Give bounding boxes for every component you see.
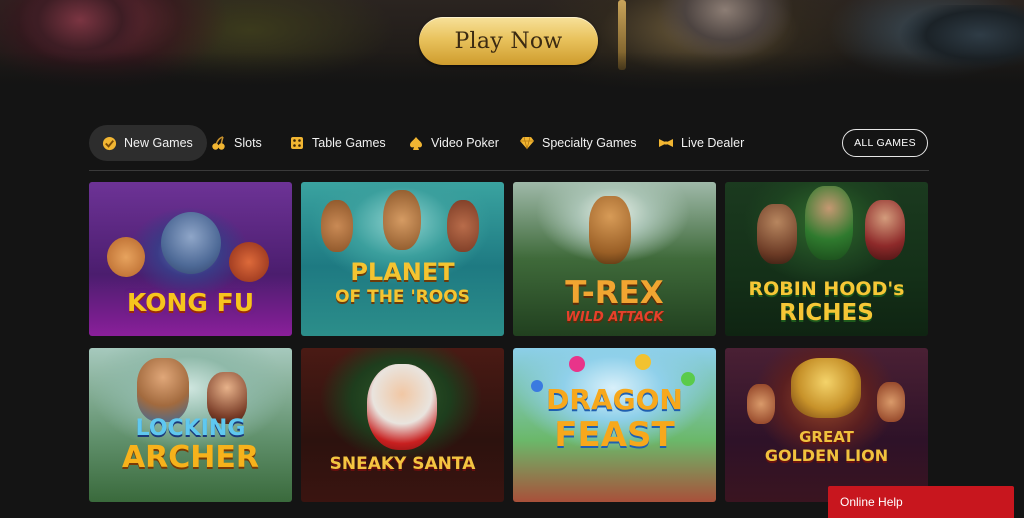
dice-icon — [289, 135, 305, 151]
bowtie-icon — [658, 135, 674, 151]
game-art-balloon — [569, 356, 585, 372]
game-title-line1: T-REX — [565, 275, 664, 311]
nav-divider — [89, 170, 929, 171]
tab-new-games[interactable]: New Games — [89, 125, 207, 161]
game-art-golden-lion — [791, 358, 861, 418]
game-art-gorilla — [161, 212, 221, 274]
game-art-man — [757, 204, 797, 264]
tab-table-games[interactable]: Table Games — [289, 125, 386, 161]
game-title: DRAGON FEAST — [513, 383, 716, 455]
game-title: PLANET OF THE 'ROOS — [301, 260, 504, 306]
game-art-woman — [865, 200, 905, 260]
game-title: GREAT GOLDEN LION — [725, 430, 928, 464]
game-title: ROBIN HOOD's RICHES — [725, 280, 928, 325]
game-tile-dragon-feast[interactable]: DRAGON FEAST — [513, 348, 716, 502]
game-tile-locking-archer[interactable]: LOCKING ARCHER — [89, 348, 292, 502]
play-now-button[interactable]: Play Now — [419, 17, 598, 65]
all-games-button[interactable]: ALL GAMES — [842, 129, 928, 157]
game-art-tiger — [107, 237, 145, 277]
game-art-archer — [137, 358, 189, 422]
game-title-line1: GREAT — [799, 428, 854, 446]
game-title-line2: GOLDEN LION — [764, 446, 889, 465]
online-help-label: Online Help — [840, 495, 903, 509]
game-tile-great-golden-lion[interactable]: GREAT GOLDEN LION — [725, 348, 928, 502]
game-title-line1: SNEAKY SANTA — [329, 454, 476, 474]
game-title-line1: LOCKING — [135, 416, 246, 441]
tab-specialty-games-label: Specialty Games — [542, 136, 637, 150]
game-title-line1: ROBIN HOOD's — [748, 278, 905, 300]
online-help-button[interactable]: Online Help — [828, 486, 1014, 518]
diamond-icon — [519, 135, 535, 151]
casino-lobby: Play Now New Games Slots Table Games Vid… — [0, 0, 1024, 518]
game-art-panda — [229, 242, 269, 282]
game-title-line1: PLANET — [350, 258, 455, 286]
game-title-line2: WILD ATTACK — [565, 310, 664, 325]
game-art-balloon — [681, 372, 695, 386]
game-tile-robin-hoods-riches[interactable]: ROBIN HOOD's RICHES — [725, 182, 928, 336]
game-title: SNEAKY SANTA — [301, 456, 504, 473]
game-title: T-REX WILD ATTACK — [513, 275, 716, 325]
game-tile-sneaky-santa[interactable]: SNEAKY SANTA — [301, 348, 504, 502]
tab-slots[interactable]: Slots — [211, 125, 262, 161]
game-art-santa — [367, 364, 437, 450]
tab-specialty-games[interactable]: Specialty Games — [519, 125, 636, 161]
game-title-line2: FEAST — [554, 415, 675, 455]
game-art-kangaroo — [383, 190, 421, 250]
game-art-kangaroo — [321, 200, 353, 252]
game-title-line2: ARCHER — [121, 440, 260, 475]
game-title: LOCKING ARCHER — [89, 418, 292, 473]
game-category-nav: New Games Slots Table Games Video Poker … — [89, 125, 929, 161]
game-title-line2: OF THE 'ROOS — [335, 287, 470, 307]
new-games-icon — [101, 135, 117, 151]
game-art-balloon — [635, 354, 651, 370]
play-now-label: Play Now — [454, 28, 563, 54]
spade-icon — [408, 135, 424, 151]
game-art-figure — [747, 384, 775, 424]
game-tile-planet-of-the-roos[interactable]: PLANET OF THE 'ROOS — [301, 182, 504, 336]
game-art-dinosaur — [589, 196, 631, 264]
tab-new-games-label: New Games — [124, 136, 193, 150]
game-art-figure — [877, 382, 905, 422]
tab-table-games-label: Table Games — [312, 136, 386, 150]
game-tile-t-rex-wild-attack[interactable]: T-REX WILD ATTACK — [513, 182, 716, 336]
tab-live-dealer[interactable]: Live Dealer — [658, 125, 744, 161]
tab-video-poker-label: Video Poker — [431, 136, 499, 150]
tab-live-dealer-label: Live Dealer — [681, 136, 745, 150]
cherries-icon — [211, 135, 227, 151]
game-title-line1: DRAGON — [546, 383, 683, 416]
game-title: KONG FU — [89, 290, 292, 315]
all-games-label: ALL GAMES — [854, 137, 916, 149]
tab-video-poker[interactable]: Video Poker — [408, 125, 499, 161]
tab-slots-label: Slots — [234, 136, 262, 150]
game-art-kangaroo — [447, 200, 479, 252]
game-title-line2: RICHES — [779, 300, 874, 326]
game-tile-kong-fu[interactable]: KONG FU — [89, 182, 292, 336]
game-title-line1: KONG FU — [126, 288, 255, 317]
game-art-robin-hood — [805, 186, 853, 260]
